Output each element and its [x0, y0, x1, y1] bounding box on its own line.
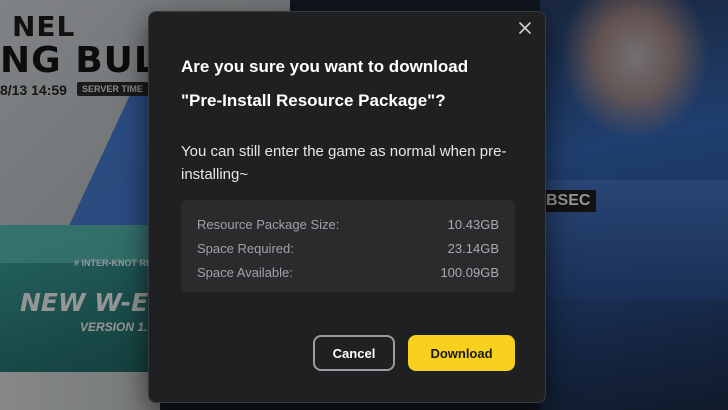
info-label: Space Required: — [197, 240, 294, 256]
dialog-description: You can still enter the game as normal w… — [181, 143, 507, 183]
info-label: Space Available: — [197, 264, 293, 280]
dialog-title-line2: "Pre-Install Resource Package"? — [181, 91, 446, 110]
info-label: Resource Package Size: — [197, 216, 340, 232]
close-icon-glyph — [519, 22, 531, 34]
info-row-space-available: Space Available: 100.09GB — [197, 260, 499, 284]
cancel-button[interactable]: Cancel — [313, 335, 395, 371]
download-button[interactable]: Download — [408, 335, 515, 371]
dialog-title-line1: Are you sure you want to download — [181, 57, 469, 76]
dialog-title: Are you sure you want to download "Pre-I… — [181, 50, 521, 118]
info-value: 23.14GB — [447, 240, 499, 256]
info-row-space-required: Space Required: 23.14GB — [197, 236, 499, 260]
close-icon[interactable] — [517, 22, 533, 38]
package-info-box: Resource Package Size: 10.43GB Space Req… — [181, 200, 515, 292]
info-value: 10.43GB — [447, 216, 499, 232]
download-confirm-dialog: Are you sure you want to download "Pre-I… — [148, 11, 546, 403]
info-row-package-size: Resource Package Size: 10.43GB — [197, 212, 499, 236]
info-value: 100.09GB — [440, 264, 499, 280]
